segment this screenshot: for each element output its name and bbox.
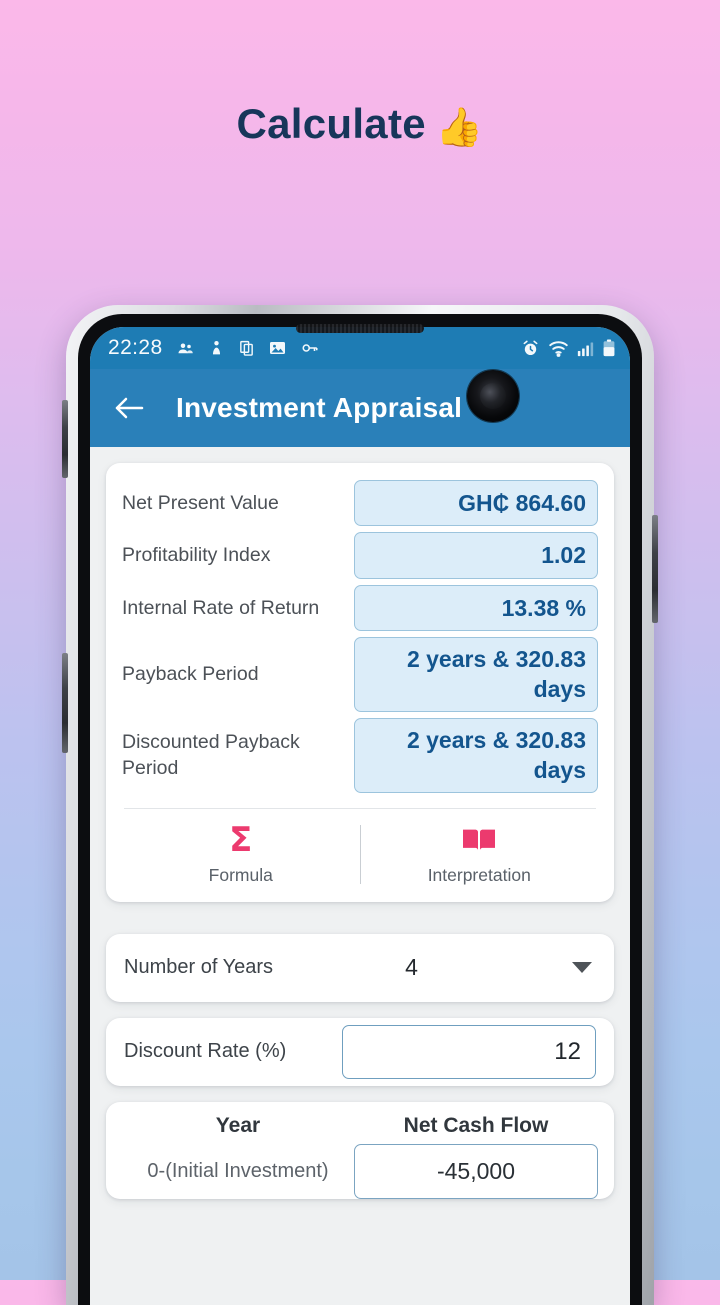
result-value-discounted-payback-period: 2 years & 320.83 days xyxy=(354,717,598,793)
result-label-profitability-index: Profitability Index xyxy=(122,544,271,567)
status-notification-icons xyxy=(177,339,320,357)
front-camera-icon xyxy=(467,370,519,422)
phone-device-mockup: 22:28 Investment Appraisal Net Present V… xyxy=(62,305,658,1305)
app-bar: Investment Appraisal xyxy=(90,369,630,447)
cell-year: 0-(Initial Investment) xyxy=(147,1159,329,1182)
cashflow-table-header: Year Net Cash Flow xyxy=(122,1114,598,1144)
power-button[interactable] xyxy=(652,515,658,623)
promo-heading: Calculate 👍 xyxy=(0,100,720,150)
promo-heading-text: Calculate xyxy=(236,100,426,147)
result-value-payback-period: 2 years & 320.83 days xyxy=(354,637,598,712)
battery-icon xyxy=(602,339,616,357)
column-header-year: Year xyxy=(215,1113,261,1137)
interpretation-label: Interpretation xyxy=(427,864,531,885)
status-time: 22:28 xyxy=(108,336,163,359)
cell-net-cash-flow-input[interactable]: -45,000 xyxy=(354,1143,598,1199)
back-arrow-icon[interactable] xyxy=(112,391,146,425)
alarm-icon xyxy=(521,339,540,358)
volume-up-button[interactable] xyxy=(62,400,68,478)
contacts-icon xyxy=(177,339,195,357)
book-icon xyxy=(461,823,497,857)
thumbs-up-icon: 👍 xyxy=(435,107,484,149)
person-icon xyxy=(208,339,225,357)
phone-screen: 22:28 Investment Appraisal Net Present V… xyxy=(90,327,630,1305)
result-row-profitability-index: Profitability Index 1.02 xyxy=(122,529,598,581)
volume-down-button[interactable] xyxy=(62,653,68,753)
discount-rate-label: Discount Rate (%) xyxy=(124,1040,287,1063)
results-actions: Σ Formula Interpretation xyxy=(122,809,598,902)
table-row: 0-(Initial Investment) -45,000 xyxy=(122,1143,598,1199)
result-value-irr: 13.38 % xyxy=(354,584,598,632)
discount-rate-row: Discount Rate (%) 12 xyxy=(106,1017,614,1086)
status-bar: 22:28 xyxy=(90,327,630,369)
key-icon xyxy=(300,339,320,357)
phone-bezel: 22:28 Investment Appraisal Net Present V… xyxy=(78,314,642,1305)
result-row-npv: Net Present Value GH₵ 864.60 xyxy=(122,477,598,529)
earpiece-speaker xyxy=(296,324,424,333)
column-header-net-cash-flow: Net Cash Flow xyxy=(403,1113,549,1137)
result-row-payback-period: Payback Period 2 years & 320.83 days xyxy=(122,634,598,715)
result-row-irr: Internal Rate of Return 13.38 % xyxy=(122,582,598,634)
signal-icon xyxy=(577,340,594,357)
results-card: Net Present Value GH₵ 864.60 Profitabili… xyxy=(106,463,614,902)
result-label-discounted-payback-period: Discounted Payback Period xyxy=(122,730,300,780)
status-system-icons xyxy=(521,339,616,358)
page-content: Net Present Value GH₵ 864.60 Profitabili… xyxy=(90,447,630,1305)
discount-rate-input[interactable]: 12 xyxy=(342,1024,596,1079)
number-of-years-value: 4 xyxy=(405,954,418,981)
result-row-discounted-payback-period: Discounted Payback Period 2 years & 320.… xyxy=(122,715,598,796)
interpretation-button[interactable]: Interpretation xyxy=(361,823,599,886)
result-label-payback-period: Payback Period xyxy=(122,663,259,686)
app-bar-title: Investment Appraisal xyxy=(176,392,463,423)
chevron-down-icon[interactable] xyxy=(572,962,592,974)
number-of-years-label: Number of Years xyxy=(124,956,273,979)
formula-button[interactable]: Σ Formula xyxy=(122,823,360,886)
result-label-npv: Net Present Value xyxy=(122,492,279,515)
image-icon xyxy=(268,339,287,357)
sigma-icon: Σ xyxy=(229,823,252,857)
result-value-profitability-index: 1.02 xyxy=(354,532,598,579)
result-label-irr: Internal Rate of Return xyxy=(122,596,320,619)
formula-label: Formula xyxy=(208,864,273,885)
number-of-years-row[interactable]: Number of Years 4 xyxy=(106,933,614,1002)
result-value-npv: GH₵ 864.60 xyxy=(354,480,598,527)
copy-icon xyxy=(238,339,255,357)
sigma-glyph: Σ xyxy=(229,819,253,860)
cashflow-table-card: Year Net Cash Flow 0-(Initial Investment… xyxy=(106,1101,614,1199)
wifi-icon xyxy=(548,339,569,357)
